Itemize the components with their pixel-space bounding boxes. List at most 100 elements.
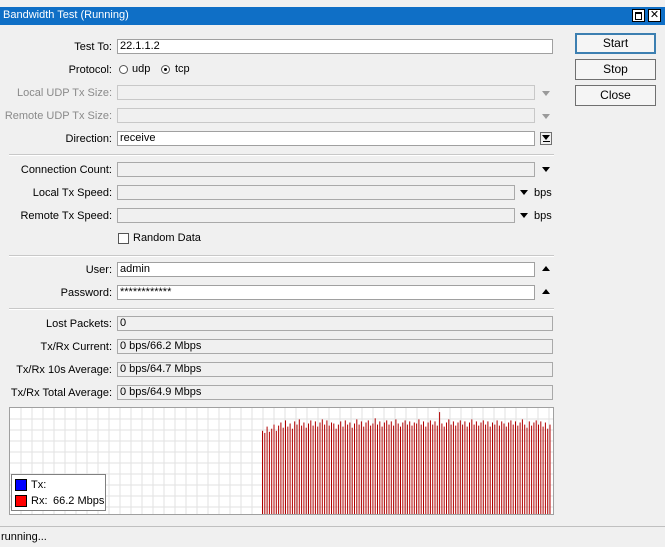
user-input[interactable]: admin — [117, 262, 535, 277]
rx-bar — [503, 423, 505, 514]
user-collapse-icon[interactable] — [542, 266, 550, 271]
rx-bar — [538, 424, 539, 514]
rx-bar — [519, 422, 521, 514]
separator — [9, 154, 554, 156]
rx-bar — [273, 424, 275, 514]
test-to-input[interactable]: 22.1.1.2 — [117, 39, 553, 54]
direction-select[interactable]: receive — [117, 131, 535, 146]
rx-bar — [423, 421, 424, 514]
rx-bar — [305, 427, 307, 514]
rx-bar — [360, 421, 362, 514]
protocol-udp-label: udp — [132, 63, 151, 75]
direction-dropdown-icon[interactable] — [540, 132, 552, 145]
rx-bar — [413, 422, 415, 514]
rx-bar — [386, 420, 388, 514]
rx-bar — [314, 421, 316, 514]
password-input[interactable]: ************ — [117, 285, 535, 300]
connection-count-input[interactable] — [117, 162, 535, 177]
local-tx-speed-unit: bps — [534, 187, 552, 199]
rx-bar — [379, 421, 381, 514]
rx-bar — [291, 428, 293, 514]
local-udp-tx-size-dropdown-icon[interactable] — [542, 91, 550, 96]
rx-bar — [462, 424, 464, 514]
rx-bar — [354, 423, 355, 514]
rx-bar — [328, 425, 330, 514]
rx-bar — [443, 426, 445, 514]
password-collapse-icon[interactable] — [542, 289, 550, 294]
rx-bar — [521, 419, 523, 514]
rx-bar — [508, 422, 510, 514]
remote-udp-tx-size-dropdown-icon[interactable] — [542, 114, 550, 119]
rx-bar — [418, 419, 420, 514]
local-udp-tx-size-input[interactable] — [117, 85, 535, 100]
rx-bar — [289, 423, 291, 514]
rx-bar — [342, 426, 344, 514]
rx-bar — [383, 422, 385, 514]
test-to-label: Test To: — [74, 41, 112, 53]
local-tx-speed-dropdown-icon[interactable] — [520, 190, 528, 195]
rx-bar — [395, 419, 397, 514]
txrx-10s-average-value: 0 bps/64.7 Mbps — [117, 362, 553, 377]
rx-bar — [358, 424, 360, 514]
rx-bar — [285, 420, 286, 514]
close-button[interactable]: Close — [575, 85, 656, 106]
rx-bar — [312, 425, 314, 514]
rx-bar — [482, 420, 484, 514]
rx-bar — [388, 424, 390, 514]
rx-bar — [262, 430, 263, 514]
rx-bar — [340, 421, 342, 514]
rx-bar — [540, 421, 542, 514]
rx-bar — [501, 421, 503, 514]
rx-bar — [535, 420, 537, 514]
rx-bar — [351, 427, 353, 514]
rx-bar — [434, 421, 436, 514]
txrx-10s-average-label: Tx/Rx 10s Average: — [16, 364, 112, 376]
password-label: Password: — [60, 287, 112, 299]
rx-bar — [275, 430, 277, 514]
rx-bar — [427, 422, 429, 514]
rx-bar — [455, 425, 457, 514]
rx-bar — [402, 422, 404, 514]
maximize-icon[interactable] — [632, 9, 645, 22]
lost-packets-value: 0 — [117, 316, 553, 331]
rx-bar — [372, 423, 374, 514]
rx-bar — [287, 426, 289, 514]
rx-bar — [319, 422, 321, 514]
rx-bar — [487, 421, 489, 514]
rx-bar — [485, 424, 487, 514]
rx-bar — [390, 421, 392, 514]
remote-tx-speed-input[interactable] — [117, 208, 515, 223]
close-icon[interactable]: ✕ — [648, 9, 661, 22]
local-tx-speed-input[interactable] — [117, 185, 515, 200]
random-data-checkbox[interactable] — [118, 233, 129, 244]
protocol-tcp-radio[interactable] — [161, 65, 170, 74]
remote-tx-speed-dropdown-icon[interactable] — [520, 213, 528, 218]
rx-bar — [335, 428, 337, 514]
rx-bar — [409, 421, 411, 514]
protocol-udp-radio[interactable] — [119, 65, 128, 74]
rx-bar — [374, 418, 376, 514]
rx-bar — [425, 426, 427, 514]
separator — [9, 255, 554, 257]
rx-bar — [337, 424, 339, 514]
rx-bar — [542, 426, 544, 514]
rx-bar — [547, 428, 549, 514]
graph-legend: Tx: Rx: 66.2 Mbps — [11, 474, 106, 511]
rx-bar — [549, 424, 551, 514]
txrx-total-average-label: Tx/Rx Total Average: — [10, 387, 112, 399]
rx-bar — [317, 426, 319, 514]
start-button[interactable]: Start — [575, 33, 656, 54]
rx-bar — [344, 420, 346, 514]
window-title: Bandwidth Test (Running) — [3, 9, 129, 21]
rx-bar — [517, 425, 519, 514]
rx-bar — [280, 422, 282, 514]
rx-bar — [526, 427, 528, 514]
connection-count-dropdown-icon[interactable] — [542, 167, 550, 172]
rx-bar — [496, 420, 498, 514]
protocol-label: Protocol: — [68, 64, 112, 76]
tx-color-swatch — [15, 479, 27, 491]
rx-bar — [301, 425, 303, 514]
rx-bar — [381, 426, 383, 514]
stop-button[interactable]: Stop — [575, 59, 656, 80]
remote-udp-tx-size-input[interactable] — [117, 108, 535, 123]
